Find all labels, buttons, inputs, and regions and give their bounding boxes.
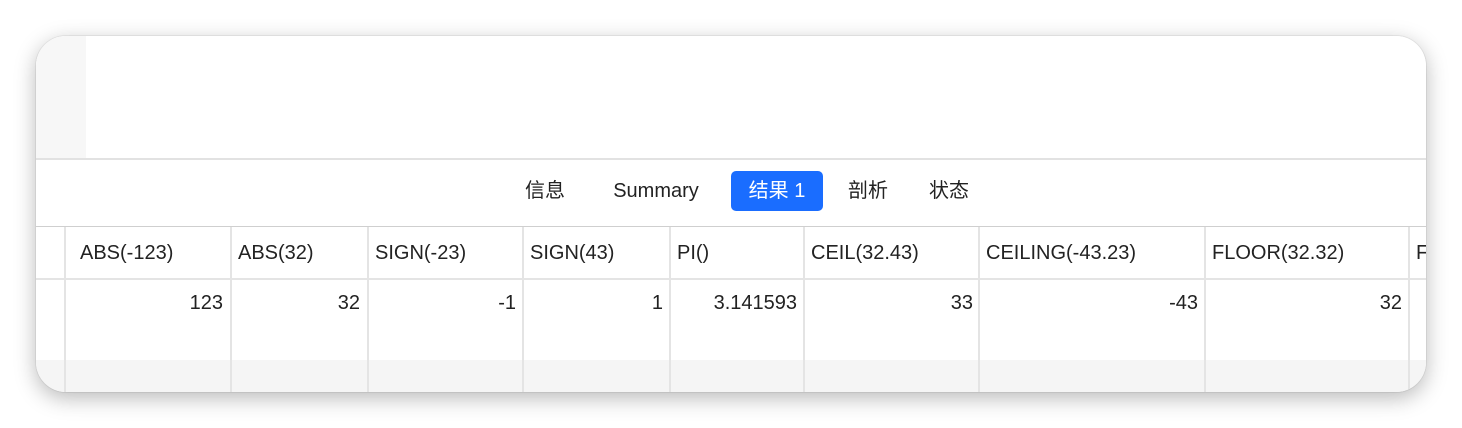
column-divider[interactable] — [522, 227, 524, 392]
column-divider[interactable] — [803, 227, 805, 392]
tab-profile[interactable]: 剖析 — [836, 171, 900, 211]
line-number-gutter — [36, 36, 86, 158]
column-header[interactable]: F — [1416, 227, 1426, 278]
table-row[interactable]: 123 32 -1 1 3.141593 33 -43 32 — [36, 280, 1426, 360]
table-cell[interactable]: -43 — [982, 280, 1198, 320]
table-cell[interactable]: 1 — [525, 280, 663, 320]
column-divider[interactable] — [669, 227, 671, 392]
app-window: 信息 Summary 结果 1 剖析 状态 ABS(-123) ABS(32) … — [36, 36, 1426, 392]
table-cell[interactable]: -1 — [369, 280, 516, 320]
column-divider[interactable] — [1204, 227, 1206, 392]
tab-summary[interactable]: Summary — [600, 171, 712, 211]
column-header[interactable]: ABS(32) — [238, 227, 366, 278]
column-header[interactable]: SIGN(43) — [530, 227, 670, 278]
column-divider[interactable] — [1408, 227, 1410, 392]
column-header[interactable]: PI() — [677, 227, 803, 278]
table-cell[interactable]: 32 — [1208, 280, 1402, 320]
table-row-empty — [36, 360, 1426, 392]
column-divider[interactable] — [367, 227, 369, 392]
result-tab-bar: 信息 Summary 结果 1 剖析 状态 — [36, 160, 1426, 226]
tab-info[interactable]: 信息 — [512, 171, 578, 211]
column-header[interactable]: CEIL(32.43) — [811, 227, 979, 278]
column-divider[interactable] — [978, 227, 980, 392]
grid-header-row: ABS(-123) ABS(32) SIGN(-23) SIGN(43) PI(… — [36, 227, 1426, 280]
column-divider[interactable] — [230, 227, 232, 392]
result-grid: ABS(-123) ABS(32) SIGN(-23) SIGN(43) PI(… — [36, 227, 1426, 392]
column-divider[interactable] — [64, 227, 66, 392]
column-header[interactable]: SIGN(-23) — [375, 227, 523, 278]
query-editor[interactable] — [36, 36, 1426, 158]
column-header[interactable]: CEILING(-43.23) — [986, 227, 1204, 278]
tab-result-1[interactable]: 结果 1 — [731, 171, 823, 211]
table-cell[interactable]: 3.141593 — [672, 280, 797, 320]
column-header[interactable]: FLOOR(32.32) — [1212, 227, 1408, 278]
table-cell[interactable]: 123 — [72, 280, 223, 320]
table-cell[interactable]: 33 — [806, 280, 973, 320]
tab-status[interactable]: 状态 — [917, 171, 981, 211]
table-cell[interactable]: 32 — [232, 280, 360, 320]
column-header[interactable]: ABS(-123) — [80, 227, 230, 278]
